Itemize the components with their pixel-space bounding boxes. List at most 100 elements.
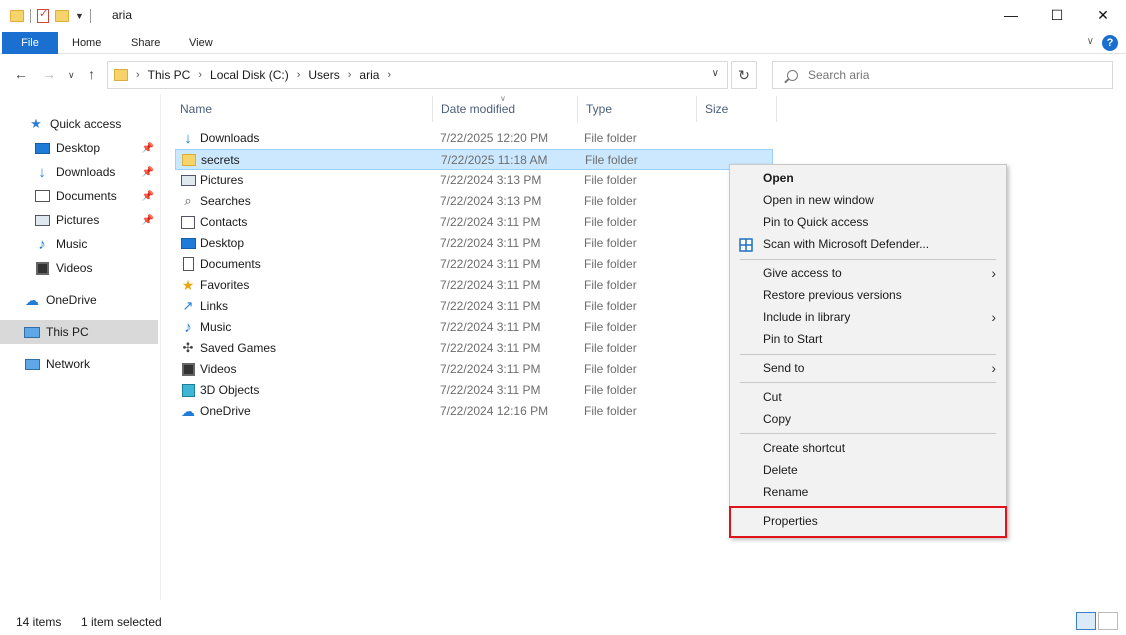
chevron-right-icon[interactable]: › (297, 69, 301, 81)
chevron-right-icon: › (991, 360, 996, 376)
file-name: Documents (200, 257, 261, 271)
sidebar-item-videos[interactable]: Videos (0, 256, 158, 280)
breadcrumb-this-pc[interactable]: This PC (148, 68, 191, 82)
file-date: 7/22/2024 3:13 PM (440, 194, 542, 208)
menu-item-include-library[interactable]: Include in library › (730, 306, 1006, 328)
menu-item-label: Give access to (763, 266, 842, 280)
sidebar-item-quick-access[interactable]: ★ Quick access (0, 112, 158, 136)
sidebar-item-music[interactable]: ♪ Music (0, 232, 158, 256)
large-icons-view-icon[interactable] (1098, 612, 1118, 630)
sidebar-item-downloads[interactable]: ↓ Downloads 📌 (0, 160, 158, 184)
file-name: Links (200, 299, 229, 313)
tab-home[interactable]: Home (58, 32, 115, 54)
selection-count: 1 item selected (81, 615, 162, 629)
chevron-right-icon[interactable]: › (348, 69, 352, 81)
menu-item-give-access[interactable]: Give access to › (730, 262, 1006, 284)
menu-item-scan-defender[interactable]: Scan with Microsoft Defender... (730, 233, 1006, 255)
sidebar-item-pictures[interactable]: Pictures 📌 (0, 208, 158, 232)
menu-item-open-new-window[interactable]: Open in new window (730, 189, 1006, 211)
menu-item-restore-versions[interactable]: Restore previous versions (730, 284, 1006, 306)
details-view-icon[interactable] (1076, 612, 1096, 630)
sidebar-item-this-pc[interactable]: This PC (0, 320, 158, 344)
video-icon (34, 261, 50, 275)
menu-item-cut[interactable]: Cut (730, 386, 1006, 408)
chevron-right-icon[interactable]: › (136, 69, 140, 81)
file-type: File folder (584, 278, 637, 292)
file-row[interactable]: ★ Favorites 7/22/2024 3:11 PM File folde… (175, 275, 773, 296)
file-row[interactable]: ♪ Music 7/22/2024 3:11 PM File folder (175, 317, 773, 338)
column-header-name[interactable]: Name (172, 96, 433, 122)
refresh-button[interactable]: ↻ (731, 61, 757, 89)
menu-separator (740, 259, 996, 260)
chevron-right-icon[interactable]: › (198, 69, 202, 81)
breadcrumb-aria[interactable]: aria (359, 68, 379, 82)
pin-icon[interactable]: 📌 (142, 143, 154, 154)
maximize-button[interactable]: ☐ (1034, 0, 1080, 30)
file-row[interactable]: Desktop 7/22/2024 3:11 PM File folder (175, 233, 773, 254)
context-menu: Open Open in new window Pin to Quick acc… (729, 164, 1007, 538)
breadcrumb-users[interactable]: Users (308, 68, 339, 82)
breadcrumb-local-disk[interactable]: Local Disk (C:) (210, 68, 289, 82)
expand-ribbon-icon[interactable]: ∨ (1087, 36, 1094, 47)
file-row[interactable]: ✣ Saved Games 7/22/2024 3:11 PM File fol… (175, 338, 773, 359)
sidebar-item-desktop[interactable]: Desktop 📌 (0, 136, 158, 160)
recent-locations-icon[interactable]: ∨ (68, 70, 75, 81)
help-icon[interactable]: ? (1102, 35, 1118, 51)
file-row-selected[interactable]: secrets 7/22/2025 11:18 AM File folder (175, 149, 773, 170)
search-box[interactable] (772, 61, 1113, 89)
search-icon (787, 69, 798, 81)
up-arrow-icon[interactable]: ↑ (88, 66, 95, 82)
file-row[interactable]: Documents 7/22/2024 3:11 PM File folder (175, 254, 773, 275)
menu-item-label: Send to (763, 361, 805, 375)
file-row[interactable]: Contacts 7/22/2024 3:11 PM File folder (175, 212, 773, 233)
chevron-right-icon[interactable]: › (387, 69, 391, 81)
pin-icon[interactable]: 📌 (142, 215, 154, 226)
picture-icon (180, 173, 196, 187)
file-row[interactable]: ↗ Links 7/22/2024 3:11 PM File folder (175, 296, 773, 317)
file-name: Saved Games (200, 341, 277, 355)
gamepad-icon: ✣ (182, 340, 194, 355)
new-folder-icon[interactable] (55, 10, 69, 22)
chevron-down-icon[interactable]: ∨ (712, 68, 719, 79)
search-input[interactable] (808, 68, 1088, 82)
column-header-size[interactable]: Size (697, 96, 777, 122)
menu-item-open[interactable]: Open (730, 167, 1006, 189)
customize-toolbar-icon[interactable]: ▼ (75, 11, 84, 21)
forward-arrow-icon[interactable]: → (42, 66, 56, 82)
address-bar[interactable]: › This PC › Local Disk (C:) › Users › ar… (107, 61, 728, 89)
sidebar-item-label: Videos (56, 261, 93, 275)
close-button[interactable]: ✕ (1080, 0, 1126, 30)
pin-icon[interactable]: 📌 (142, 167, 154, 178)
file-row[interactable]: ⌕ Searches 7/22/2024 3:13 PM File folder (175, 191, 773, 212)
desktop-icon (34, 141, 50, 155)
pin-icon[interactable]: 📌 (142, 191, 154, 202)
title-bar: ▼ aria — ☐ ✕ (0, 0, 1126, 32)
minimize-button[interactable]: — (988, 0, 1034, 30)
menu-item-create-shortcut[interactable]: Create shortcut (730, 437, 1006, 459)
column-header-type[interactable]: Type (578, 96, 697, 122)
sidebar-item-documents[interactable]: Documents 📌 (0, 184, 158, 208)
file-row[interactable]: ↓ Downloads 7/22/2025 12:20 PM File fold… (175, 128, 773, 149)
file-date: 7/22/2025 11:18 AM (441, 153, 548, 167)
tab-share[interactable]: Share (117, 32, 174, 54)
file-row[interactable]: ☁ OneDrive 7/22/2024 12:16 PM File folde… (175, 401, 773, 422)
tab-view[interactable]: View (175, 32, 227, 54)
file-row[interactable]: Videos 7/22/2024 3:11 PM File folder (175, 359, 773, 380)
sidebar-item-onedrive[interactable]: ☁ OneDrive (0, 288, 158, 312)
status-bar: 14 items 1 item selected (0, 610, 1126, 635)
file-row[interactable]: Pictures 7/22/2024 3:13 PM File folder (175, 170, 773, 191)
menu-item-rename[interactable]: Rename (730, 481, 1006, 503)
menu-item-pin-quick-access[interactable]: Pin to Quick access (730, 211, 1006, 233)
tab-file[interactable]: File (2, 32, 58, 54)
menu-item-copy[interactable]: Copy (730, 408, 1006, 430)
music-icon: ♪ (184, 318, 192, 336)
menu-item-delete[interactable]: Delete (730, 459, 1006, 481)
back-arrow-icon[interactable]: ← (14, 66, 28, 82)
menu-item-send-to[interactable]: Send to › (730, 357, 1006, 379)
file-row[interactable]: 3D Objects 7/22/2024 3:11 PM File folder (175, 380, 773, 401)
sidebar-item-network[interactable]: Network (0, 352, 158, 376)
menu-item-pin-start[interactable]: Pin to Start (730, 328, 1006, 350)
desktop-icon (180, 236, 196, 250)
properties-icon[interactable] (37, 7, 49, 23)
file-name: Music (200, 320, 232, 334)
